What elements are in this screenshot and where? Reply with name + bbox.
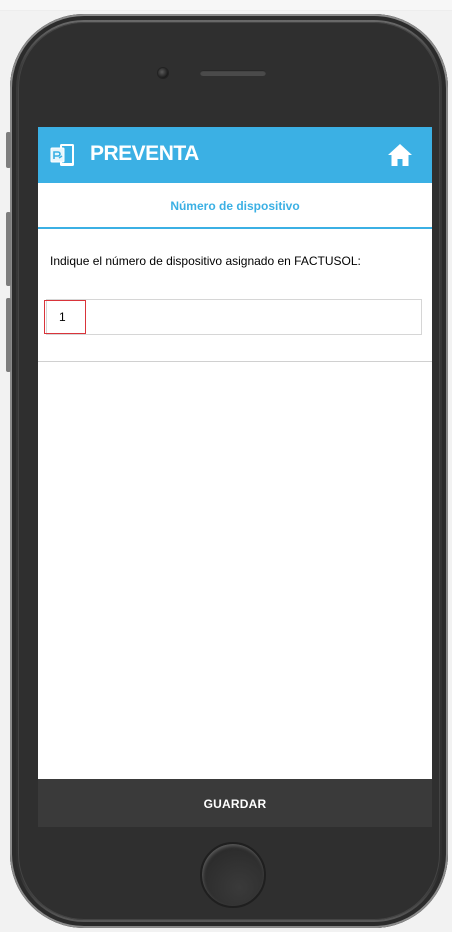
device-number-input[interactable] <box>46 299 422 335</box>
app-title: PREVENTA <box>90 142 199 165</box>
section-header: Número de dispositivo <box>38 183 432 229</box>
hardware-home-button[interactable] <box>200 842 266 908</box>
device-number-prompt: Indique el número de dispositivo asignad… <box>50 254 361 268</box>
front-camera <box>158 68 168 78</box>
volume-up-button <box>6 212 11 286</box>
volume-down-button <box>6 298 11 372</box>
preventa-logo-icon <box>50 144 74 166</box>
save-button[interactable]: GUARDAR <box>38 779 432 827</box>
device-number-form: Indique el número de dispositivo asignad… <box>38 229 432 362</box>
save-button-label: GUARDAR <box>203 796 267 811</box>
top-strip <box>0 0 452 11</box>
mute-switch <box>6 132 11 168</box>
earpiece-speaker <box>200 70 266 76</box>
app-header: PREVENTA <box>38 127 432 183</box>
app-screen: PREVENTA Número de dispositivo Indique e… <box>38 127 432 827</box>
section-title: Número de dispositivo <box>170 199 300 213</box>
home-icon[interactable] <box>386 141 414 169</box>
